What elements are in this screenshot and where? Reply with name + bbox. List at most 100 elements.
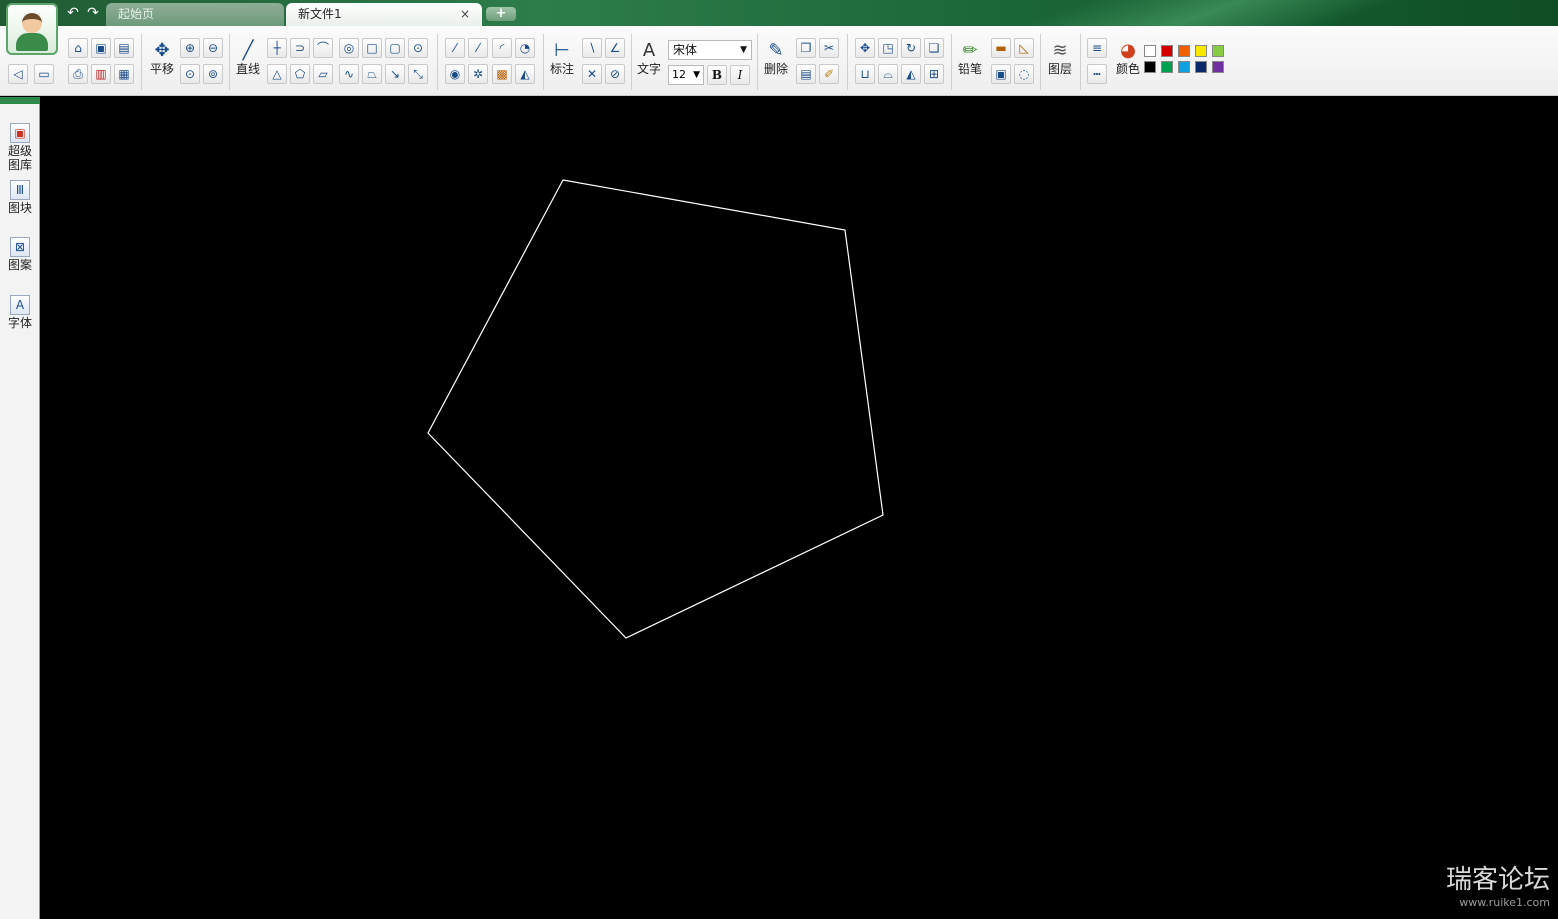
export-image-icon[interactable]: ▦ bbox=[114, 64, 134, 84]
polyline-icon[interactable]: ⊃ bbox=[290, 38, 310, 58]
zoom-in-icon[interactable]: ⊕ bbox=[180, 38, 200, 58]
zoom-window-icon[interactable]: ⊙ bbox=[180, 64, 200, 84]
color-swatch[interactable] bbox=[1161, 45, 1173, 57]
open-file-icon[interactable]: ⌂ bbox=[68, 38, 88, 58]
rounded-rect-icon[interactable]: ▢ bbox=[385, 38, 405, 58]
paste-icon[interactable]: ▤ bbox=[796, 64, 816, 84]
undo-icon[interactable]: ↶ bbox=[64, 5, 82, 21]
tab-new-file[interactable]: 新文件1 × bbox=[286, 3, 482, 26]
italic-button[interactable]: I bbox=[730, 65, 750, 85]
arrow-line-icon[interactable]: ↘ bbox=[385, 64, 405, 84]
line-button[interactable]: ╱ 直线 bbox=[231, 36, 265, 86]
drawing-canvas[interactable]: 瑞客论坛 www.ruike1.com bbox=[41, 97, 1558, 919]
dimension-button[interactable]: ⊢ 标注 bbox=[545, 36, 579, 86]
hatch-icon[interactable]: ▩ bbox=[492, 64, 512, 84]
chamfer-icon[interactable]: ◔ bbox=[515, 38, 535, 58]
line-icon: ╱ bbox=[242, 40, 254, 61]
copy-icon[interactable]: ❐ bbox=[796, 38, 816, 58]
chevron-down-icon: ▼ bbox=[740, 45, 747, 55]
color-swatch[interactable] bbox=[1144, 61, 1156, 73]
offset-circle-icon[interactable]: ◉ bbox=[445, 64, 465, 84]
dimension-icon: ⊢ bbox=[554, 40, 570, 61]
color-swatch[interactable] bbox=[1195, 61, 1207, 73]
sidebar-item-font[interactable]: A 字体 bbox=[2, 295, 38, 329]
double-arrow-icon[interactable]: ⤡ bbox=[408, 64, 428, 84]
text-button[interactable]: A 文字 bbox=[632, 36, 666, 86]
sidebar-item-gallery[interactable]: ▣ 超级 图库 bbox=[2, 123, 38, 171]
tab-start-page[interactable]: 起始页 bbox=[106, 3, 284, 26]
triangle-icon[interactable]: △ bbox=[267, 64, 287, 84]
ellipse-icon[interactable]: ⊙ bbox=[408, 38, 428, 58]
rectangle-icon[interactable]: □ bbox=[362, 38, 382, 58]
aligned-dim-icon[interactable]: ∖ bbox=[582, 38, 602, 58]
zoom-out-icon[interactable]: ⊖ bbox=[203, 38, 223, 58]
save-icon[interactable]: ▣ bbox=[91, 38, 111, 58]
sidebar-item-blocks[interactable]: Ⅲ 图块 bbox=[2, 180, 38, 214]
pentagon-icon[interactable]: ⬠ bbox=[290, 64, 310, 84]
line-type-icon[interactable]: ┅ bbox=[1087, 64, 1107, 84]
arc-icon[interactable]: ⌒ bbox=[313, 38, 333, 58]
insert-image-icon[interactable]: ▣ bbox=[991, 64, 1011, 84]
pentagon-shape[interactable] bbox=[427, 179, 884, 639]
ruler-icon[interactable]: ▬ bbox=[991, 38, 1011, 58]
protractor-icon[interactable]: ◺ bbox=[1014, 38, 1034, 58]
layer-button[interactable]: ≋ 图层 bbox=[1043, 36, 1077, 86]
color-swatch[interactable] bbox=[1161, 61, 1173, 73]
trapezoid-icon[interactable]: ⏢ bbox=[362, 64, 382, 84]
save-as-icon[interactable]: ▤ bbox=[114, 38, 134, 58]
circle-icon[interactable]: ◎ bbox=[339, 38, 359, 58]
font-size-select[interactable]: 12 ▼ bbox=[668, 65, 704, 85]
lasso-icon[interactable]: ◌ bbox=[1014, 64, 1034, 84]
fill-icon[interactable]: ◭ bbox=[515, 64, 535, 84]
scale-icon[interactable]: ◳ bbox=[878, 38, 898, 58]
fillet-icon[interactable]: ◜ bbox=[492, 38, 512, 58]
gear-icon[interactable]: ✲ bbox=[468, 64, 488, 84]
sidebar-item-pattern[interactable]: ⊠ 图案 bbox=[2, 237, 38, 271]
close-tab-icon[interactable]: × bbox=[460, 3, 470, 25]
pattern-icon: ⊠ bbox=[10, 237, 30, 257]
color-button[interactable]: ◕ 颜色 bbox=[1111, 36, 1145, 86]
new-file-icon[interactable]: ▭ bbox=[34, 64, 54, 84]
print-icon[interactable]: ⎙ bbox=[68, 64, 88, 84]
brush-icon[interactable]: ✐ bbox=[819, 64, 839, 84]
color-swatch[interactable] bbox=[1212, 45, 1224, 57]
rotate-icon[interactable]: ↻ bbox=[901, 38, 921, 58]
angle-dim-icon[interactable]: ∠ bbox=[605, 38, 625, 58]
avatar-body bbox=[16, 33, 48, 51]
explode-icon[interactable]: ⌓ bbox=[878, 64, 898, 84]
color-swatch[interactable] bbox=[1212, 61, 1224, 73]
stretch-icon[interactable]: ⊔ bbox=[855, 64, 875, 84]
spline-icon[interactable]: ∿ bbox=[339, 64, 359, 84]
cut-icon[interactable]: ✂ bbox=[819, 38, 839, 58]
blocks-icon: Ⅲ bbox=[10, 180, 30, 200]
font-family-value: 宋体 bbox=[673, 43, 698, 57]
font-family-select[interactable]: 宋体 ▼ bbox=[668, 40, 752, 60]
radius-dim-icon[interactable]: ✕ bbox=[582, 64, 602, 84]
toolbar-separator bbox=[847, 34, 848, 90]
delete-button[interactable]: ✎ 删除 bbox=[759, 36, 793, 86]
color-swatch[interactable] bbox=[1144, 45, 1156, 57]
grid-array-icon[interactable]: ⊞ bbox=[924, 64, 944, 84]
add-tab-button[interactable]: + bbox=[486, 7, 516, 21]
pan-button[interactable]: ✥ 平移 bbox=[145, 36, 179, 86]
color-swatch[interactable] bbox=[1178, 61, 1190, 73]
line-weight-icon[interactable]: ≡ bbox=[1087, 38, 1107, 58]
color-swatch[interactable] bbox=[1178, 45, 1190, 57]
diameter-dim-icon[interactable]: ⊘ bbox=[605, 64, 625, 84]
watermark-url: www.ruike1.com bbox=[1459, 896, 1550, 909]
trim-icon[interactable]: ⁄ bbox=[445, 38, 465, 58]
move-icon[interactable]: ✥ bbox=[855, 38, 875, 58]
array-icon[interactable]: ❏ bbox=[924, 38, 944, 58]
mirror-icon[interactable]: ◭ bbox=[901, 64, 921, 84]
user-avatar[interactable] bbox=[6, 3, 58, 55]
extend-icon[interactable]: ⁄ bbox=[468, 38, 488, 58]
color-swatch[interactable] bbox=[1195, 45, 1207, 57]
redo-icon[interactable]: ↷ bbox=[84, 5, 102, 21]
pencil-button[interactable]: ✏ 铅笔 bbox=[953, 36, 987, 86]
export-pdf-icon[interactable]: ▥ bbox=[91, 64, 111, 84]
bold-button[interactable]: B bbox=[707, 65, 727, 85]
zoom-extents-icon[interactable]: ⊚ bbox=[203, 64, 223, 84]
crosshair-icon[interactable]: ┼ bbox=[267, 38, 287, 58]
parallelogram-icon[interactable]: ▱ bbox=[313, 64, 333, 84]
back-icon[interactable]: ◁ bbox=[8, 64, 28, 84]
